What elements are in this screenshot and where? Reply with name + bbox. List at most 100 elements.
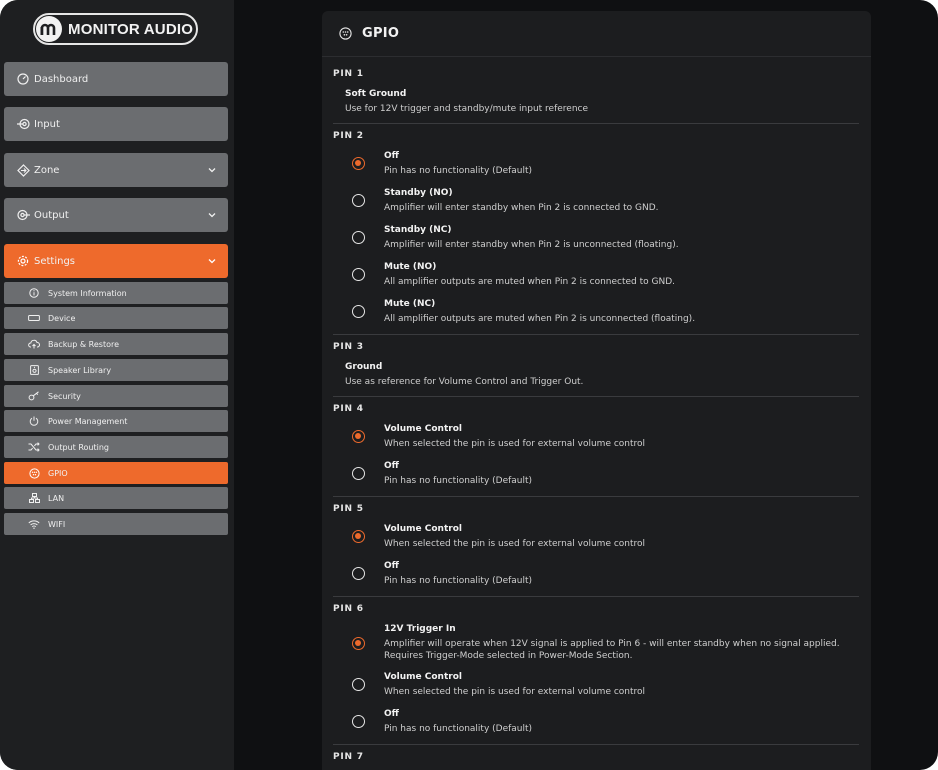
radio-button[interactable]: [352, 430, 365, 443]
pin-1-label: PIN 1: [333, 69, 364, 79]
zone-icon: [16, 163, 30, 177]
option-title: Volume Control: [384, 424, 462, 434]
pin-3-title: Ground: [345, 362, 383, 372]
nav-system-information[interactable]: System Information: [4, 282, 228, 304]
divider: [333, 123, 859, 124]
nav-security-label: Security: [48, 391, 81, 401]
pin-4-label: PIN 4: [333, 404, 364, 414]
nav-speaker-library[interactable]: Speaker Library: [4, 359, 228, 381]
divider: [333, 596, 859, 597]
option-description: Amplifier will operate when 12V signal i…: [384, 639, 840, 661]
gear-icon: [16, 254, 30, 268]
nav-device[interactable]: Device: [4, 307, 228, 329]
radio-button[interactable]: [352, 194, 365, 207]
option-title: Mute (NO): [384, 262, 437, 272]
monitor-audio-logo-icon: [36, 16, 62, 42]
pin-7-label: PIN 7: [333, 752, 364, 762]
nav-dashboard[interactable]: Dashboard: [4, 62, 228, 96]
app-window: MONITOR AUDIO Dashboard Input Zone Outpu…: [0, 0, 938, 770]
nav-gpio-label: GPIO: [48, 468, 68, 478]
radio-button[interactable]: [352, 530, 365, 543]
option-description: All amplifier outputs are muted when Pin…: [384, 277, 676, 287]
radio-button[interactable]: [352, 715, 365, 728]
brand-logo[interactable]: MONITOR AUDIO: [33, 13, 198, 45]
nav-output-label: Output: [34, 209, 69, 221]
option-title: Off: [384, 561, 399, 571]
divider: [333, 744, 859, 745]
radio-button[interactable]: [352, 637, 365, 650]
nav-gpio[interactable]: GPIO: [4, 462, 228, 484]
input-icon: [16, 117, 30, 131]
option-description: Pin has no functionality (Default): [384, 576, 533, 586]
panel-header: GPIO: [322, 11, 871, 57]
option-title: Off: [384, 151, 399, 161]
option-description: When selected the pin is used for extern…: [384, 539, 646, 549]
pin-2-label: PIN 2: [333, 131, 364, 141]
gpio-icon: [28, 467, 40, 479]
gpio-icon: [338, 27, 352, 41]
chevron-down-icon: [208, 259, 216, 264]
nav-input-label: Input: [34, 118, 60, 130]
dashboard-icon: [16, 72, 30, 86]
radio-button[interactable]: [352, 305, 365, 318]
info-icon: [28, 287, 40, 299]
chevron-down-icon: [208, 168, 216, 173]
nav-lan-label: LAN: [48, 493, 65, 503]
option-description: Amplifier will enter standby when Pin 2 …: [384, 203, 659, 213]
nav-backup-restore[interactable]: Backup & Restore: [4, 333, 228, 355]
option-title: Mute (NC): [384, 299, 436, 309]
nav-backup-restore-label: Backup & Restore: [48, 339, 120, 349]
option-title: Standby (NC): [384, 225, 452, 235]
nav-speaker-library-label: Speaker Library: [48, 365, 112, 375]
nav-settings[interactable]: Settings: [4, 244, 228, 278]
key-icon: [28, 390, 40, 402]
option-title: Off: [384, 461, 399, 471]
radio-button[interactable]: [352, 268, 365, 281]
option-description: When selected the pin is used for extern…: [384, 687, 646, 697]
radio-button[interactable]: [352, 567, 365, 580]
option-title: Volume Control: [384, 524, 462, 534]
radio-button[interactable]: [352, 467, 365, 480]
option-title: Off: [384, 709, 399, 719]
divider: [333, 334, 859, 335]
chevron-down-icon: [208, 213, 216, 218]
option-title: Volume Control: [384, 672, 462, 682]
cloud-upload-icon: [28, 338, 40, 350]
nav-system-information-label: System Information: [48, 288, 127, 298]
nav-output-routing-label: Output Routing: [48, 442, 110, 452]
nav-lan[interactable]: LAN: [4, 487, 228, 509]
nav-wifi-label: WIFI: [48, 519, 66, 529]
option-description: Pin has no functionality (Default): [384, 166, 533, 176]
nav-zone-label: Zone: [34, 164, 60, 176]
pin-6-label: PIN 6: [333, 604, 364, 614]
nav-input[interactable]: Input: [4, 107, 228, 141]
divider: [333, 396, 859, 397]
nav-power-management[interactable]: Power Management: [4, 410, 228, 432]
nav-output-routing[interactable]: Output Routing: [4, 436, 228, 458]
speaker-icon: [28, 364, 40, 376]
radio-button[interactable]: [352, 157, 365, 170]
nav-security[interactable]: Security: [4, 385, 228, 407]
nav-output[interactable]: Output: [4, 198, 228, 232]
gpio-panel: GPIO PIN 1 Soft Ground Use for 12V trigg…: [322, 11, 871, 770]
power-icon: [28, 415, 40, 427]
lan-icon: [28, 492, 40, 504]
nav-device-label: Device: [48, 313, 76, 323]
radio-button[interactable]: [352, 231, 365, 244]
option-title: 12V Trigger In: [384, 624, 456, 634]
sidebar: MONITOR AUDIO Dashboard Input Zone Outpu…: [0, 0, 234, 770]
brand-name: MONITOR AUDIO: [68, 20, 194, 38]
nav-dashboard-label: Dashboard: [34, 73, 89, 85]
divider: [333, 496, 859, 497]
output-icon: [16, 208, 30, 222]
device-icon: [28, 312, 40, 324]
radio-button[interactable]: [352, 678, 365, 691]
option-description: Pin has no functionality (Default): [384, 724, 533, 734]
pin-1-description: Use for 12V trigger and standby/mute inp…: [345, 104, 589, 114]
option-description: All amplifier outputs are muted when Pin…: [384, 314, 696, 324]
page-title: GPIO: [362, 26, 400, 41]
nav-zone[interactable]: Zone: [4, 153, 228, 187]
nav-wifi[interactable]: WIFI: [4, 513, 228, 535]
option-description: Amplifier will enter standby when Pin 2 …: [384, 240, 679, 250]
option-description: When selected the pin is used for extern…: [384, 439, 646, 449]
